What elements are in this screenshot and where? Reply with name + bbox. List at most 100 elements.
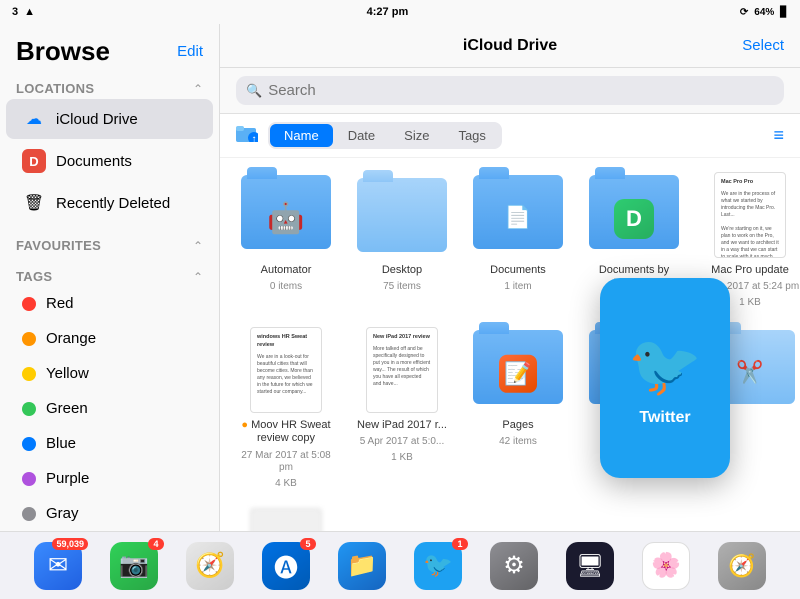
file-item-automator[interactable]: 🤖 Automator 0 items	[236, 170, 336, 309]
sidebar-item-icloud[interactable]: ☁ iCloud Drive	[6, 99, 213, 139]
yellow-tag-dot	[22, 367, 36, 381]
sidebar-item-yellow[interactable]: Yellow	[6, 357, 213, 390]
locations-chevron-icon[interactable]: ⌃	[193, 82, 203, 96]
file-item-pages[interactable]: 📝 Pages 42 items	[468, 325, 568, 489]
gray-label: Gray	[46, 505, 79, 522]
sidebar-item-documents[interactable]: D Documents	[6, 141, 213, 181]
tags-label: Tags	[16, 269, 52, 284]
documents-folder-icon-wrapper: 📄	[468, 170, 568, 260]
sidebar-edit-button[interactable]: Edit	[177, 43, 203, 60]
automator-icon-wrapper: 🤖	[236, 170, 336, 260]
select-button[interactable]: Select	[742, 37, 784, 54]
favourites-chevron-icon[interactable]: ⌃	[193, 239, 203, 253]
documents-folder-name: Documents	[490, 264, 546, 277]
battery-icon: ▊	[780, 7, 788, 18]
documents-icon: D	[22, 149, 46, 173]
ipad-thumb: New iPad 2017 review More talked off and…	[366, 327, 438, 413]
file-item-documents-folder[interactable]: 📄 Documents 1 item	[468, 170, 568, 309]
list-view-icon[interactable]: ≡	[773, 125, 784, 146]
blurred-icon-wrapper	[236, 506, 336, 531]
dock-item-safari[interactable]: 🧭	[186, 542, 234, 590]
search-input-wrapper[interactable]: 🔍	[236, 76, 784, 105]
icloud-icon: ☁	[22, 107, 46, 131]
dock-item-settings[interactable]: ⚙	[490, 542, 538, 590]
ipad-meta2: 1 KB	[391, 452, 413, 464]
screenium-icon: 🖥	[566, 542, 614, 590]
mac-pro-meta2: 1 KB	[739, 297, 761, 309]
photos-icon: 🌸	[642, 542, 690, 590]
file-item-moov[interactable]: windows HR Sweat review We are in a look…	[236, 325, 336, 489]
dock-item-appstore[interactable]: 🅐 5	[262, 542, 310, 590]
desktop-name: Desktop	[382, 264, 422, 277]
favourites-label: Favourites	[16, 238, 101, 253]
rotation-icon: ⟳	[740, 7, 748, 18]
search-icon: 🔍	[246, 83, 262, 99]
sort-bar: ↑ Name Date Size Tags ≡	[220, 114, 800, 158]
file-item-desktop[interactable]: Desktop 75 items	[352, 170, 452, 309]
pages-name: Pages	[502, 419, 533, 432]
mac-pro-name: Mac Pro update	[711, 264, 789, 277]
status-left: 3 ▲	[12, 6, 35, 18]
sort-tab-size[interactable]: Size	[390, 124, 443, 147]
moov-meta1: 27 Mar 2017 at 5:08 pm	[236, 450, 336, 474]
red-label: Red	[46, 295, 74, 312]
sort-tab-tags[interactable]: Tags	[444, 124, 499, 147]
locations-section-header: Locations ⌃	[0, 75, 219, 98]
content-wrapper: 🤖 Automator 0 items Desktop 75 items	[220, 158, 800, 531]
sidebar-item-purple[interactable]: Purple	[6, 462, 213, 495]
red-tag-dot	[22, 297, 36, 311]
recently-deleted-label: Recently Deleted	[56, 195, 170, 212]
sort-tabs: Name Date Size Tags	[268, 122, 502, 149]
sidebar-item-green[interactable]: Green	[6, 392, 213, 425]
twitter-card[interactable]: 🐦 Twitter	[600, 278, 730, 478]
dock-item-facetime[interactable]: 📷 4	[110, 542, 158, 590]
main-layout: Browse Edit Locations ⌃ ☁ iCloud Drive D…	[0, 24, 800, 531]
settings-icon: ⚙	[490, 542, 538, 590]
gray-tag-dot	[22, 507, 36, 521]
file-item-blurred[interactable]: at 4:05 pm	[236, 506, 336, 531]
svg-text:↑: ↑	[252, 134, 257, 142]
status-right: ⟳ 64% ▊	[740, 7, 788, 18]
folder-upload-icon[interactable]: ↑	[236, 124, 258, 148]
favourites-section-header: Favourites ⌃	[0, 232, 219, 255]
sidebar-item-recently-deleted[interactable]: 🗑 Recently Deleted	[6, 183, 213, 223]
trash-icon: 🗑	[22, 191, 46, 215]
tags-chevron-icon[interactable]: ⌃	[193, 270, 203, 284]
dock-item-twitter[interactable]: 🐦 1	[414, 542, 462, 590]
sort-tab-date[interactable]: Date	[334, 124, 389, 147]
documents-label: Documents	[56, 153, 132, 170]
dock: ✉ 59,039 📷 4 🧭 🅐 5 📁 🐦 1 ⚙	[0, 531, 800, 599]
sidebar-item-gray[interactable]: Gray	[6, 497, 213, 530]
dock-item-safari2[interactable]: 🧭	[718, 542, 766, 590]
orange-tag-dot	[22, 332, 36, 346]
file-item-ipad[interactable]: New iPad 2017 review More talked off and…	[352, 325, 452, 489]
safari-icon: 🧭	[186, 542, 234, 590]
files-icon: 📁	[338, 542, 386, 590]
desktop-icon-wrapper	[352, 170, 452, 260]
sidebar-item-blue[interactable]: Blue	[6, 427, 213, 460]
sidebar-item-red[interactable]: Red	[6, 287, 213, 320]
status-time: 4:27 pm	[367, 6, 409, 18]
ipad-icon-wrapper: New iPad 2017 review More talked off and…	[352, 325, 452, 415]
moov-name: ● Moov HR Sweat review copy	[239, 419, 334, 445]
dock-item-files[interactable]: 📁	[338, 542, 386, 590]
sidebar: Browse Edit Locations ⌃ ☁ iCloud Drive D…	[0, 24, 220, 531]
ipad-name: New iPad 2017 r...	[357, 419, 447, 432]
dock-item-screenium[interactable]: 🖥	[566, 542, 614, 590]
sort-tab-name[interactable]: Name	[270, 124, 333, 147]
twitter-bird-icon: 🐦	[628, 330, 703, 401]
green-tag-dot	[22, 402, 36, 416]
facetime-badge: 4	[148, 538, 164, 550]
moov-icon-wrapper: windows HR Sweat review We are in a look…	[236, 325, 336, 415]
dock-item-photos[interactable]: 🌸	[642, 542, 690, 590]
locations-label: Locations	[16, 81, 94, 96]
orange-label: Orange	[46, 330, 96, 347]
mail-badge: 59,039	[52, 538, 88, 550]
carrier-label: 3	[12, 6, 18, 18]
battery-percent: 64%	[754, 7, 774, 18]
dock-item-mail[interactable]: ✉ 59,039	[34, 542, 82, 590]
pages-meta: 42 items	[499, 436, 537, 448]
search-input[interactable]	[268, 82, 774, 99]
sidebar-item-orange[interactable]: Orange	[6, 322, 213, 355]
appstore-badge: 5	[300, 538, 316, 550]
